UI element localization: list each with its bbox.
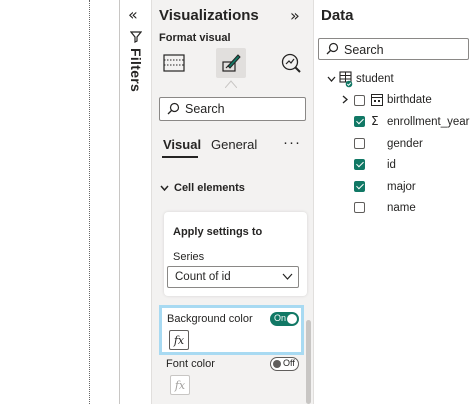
magnifier-analytics-icon — [281, 53, 301, 73]
field-checkbox[interactable] — [354, 181, 365, 192]
visualizations-pane: Visualizations » Format visual Vis — [151, 0, 313, 404]
more-options-button[interactable]: ··· — [283, 134, 301, 151]
field-name[interactable]: gender — [387, 138, 423, 150]
cell-elements-section-header[interactable]: Cell elements — [160, 182, 245, 194]
pane-scrollbar[interactable] — [306, 320, 311, 404]
field-checkbox[interactable] — [354, 159, 365, 170]
active-tab-indicator — [225, 80, 237, 88]
field-checkbox[interactable] — [354, 95, 365, 106]
font-fx-button[interactable]: fx — [170, 375, 190, 395]
series-label: Series — [173, 251, 205, 263]
filters-pane[interactable]: « Filters — [119, 0, 151, 404]
analytics-button[interactable] — [276, 48, 306, 78]
format-search-field[interactable] — [159, 97, 306, 121]
background-color-toggle[interactable]: On — [270, 312, 299, 326]
search-icon — [167, 102, 180, 115]
field-name[interactable]: birthdate — [387, 94, 432, 106]
tab-general[interactable]: General — [211, 137, 257, 152]
toggle-state-label: On — [274, 313, 287, 323]
table-icon — [339, 71, 353, 88]
collapse-pane-icon[interactable]: » — [290, 6, 300, 25]
background-color-setting: Background color On fx — [159, 305, 304, 355]
chevron-down-icon — [282, 273, 293, 280]
field-name[interactable]: name — [387, 202, 416, 214]
data-search-field[interactable] — [318, 38, 469, 60]
filters-label[interactable]: Filters — [128, 48, 144, 92]
series-dropdown-value: Count of id — [175, 271, 231, 283]
tab-visual[interactable]: Visual — [163, 137, 201, 152]
chevron-right-icon[interactable] — [342, 95, 348, 104]
font-color-label: Font color — [166, 358, 215, 370]
calendar-hierarchy-icon — [371, 94, 383, 106]
toggle-state-label: Off — [283, 358, 295, 368]
format-search-input[interactable] — [185, 101, 300, 117]
series-dropdown[interactable]: Count of id — [167, 266, 299, 288]
active-tab-underline — [162, 156, 198, 158]
data-pane: Data student birthdate Σ enrollment_year… — [313, 0, 474, 404]
toggle-knob — [273, 360, 281, 368]
data-title: Data — [321, 7, 354, 24]
paintbrush-icon — [222, 54, 241, 72]
background-color-label: Background color — [167, 313, 253, 325]
search-icon — [326, 42, 339, 55]
toggle-knob — [287, 314, 297, 324]
chevron-down-icon — [160, 185, 169, 191]
field-name[interactable]: major — [387, 181, 416, 193]
font-color-toggle[interactable]: Off — [270, 357, 299, 371]
apply-settings-title: Apply settings to — [173, 226, 263, 238]
funnel-icon — [130, 31, 142, 43]
sigma-icon: Σ — [371, 114, 379, 128]
build-visual-button[interactable] — [159, 48, 189, 78]
visualizations-title: Visualizations — [159, 7, 259, 24]
field-checkbox[interactable] — [354, 202, 365, 213]
expand-filters-icon[interactable]: « — [128, 5, 138, 24]
field-checkbox[interactable] — [354, 116, 365, 127]
format-visual-button[interactable] — [216, 48, 246, 78]
canvas-boundary-line — [89, 0, 90, 404]
field-name[interactable]: id — [387, 159, 396, 171]
table-grid-icon — [163, 54, 185, 72]
format-visual-label: Format visual — [159, 32, 231, 44]
field-checkbox[interactable] — [354, 138, 365, 149]
background-fx-button[interactable]: fx — [169, 330, 189, 350]
section-title: Cell elements — [174, 182, 245, 194]
chevron-down-icon[interactable] — [327, 76, 336, 82]
data-search-input[interactable] — [344, 42, 464, 57]
report-canvas — [0, 0, 118, 404]
field-name[interactable]: enrollment_year — [387, 116, 469, 128]
apply-settings-card: Apply settings to Series Count of id — [164, 212, 307, 296]
table-name[interactable]: student — [356, 73, 394, 85]
